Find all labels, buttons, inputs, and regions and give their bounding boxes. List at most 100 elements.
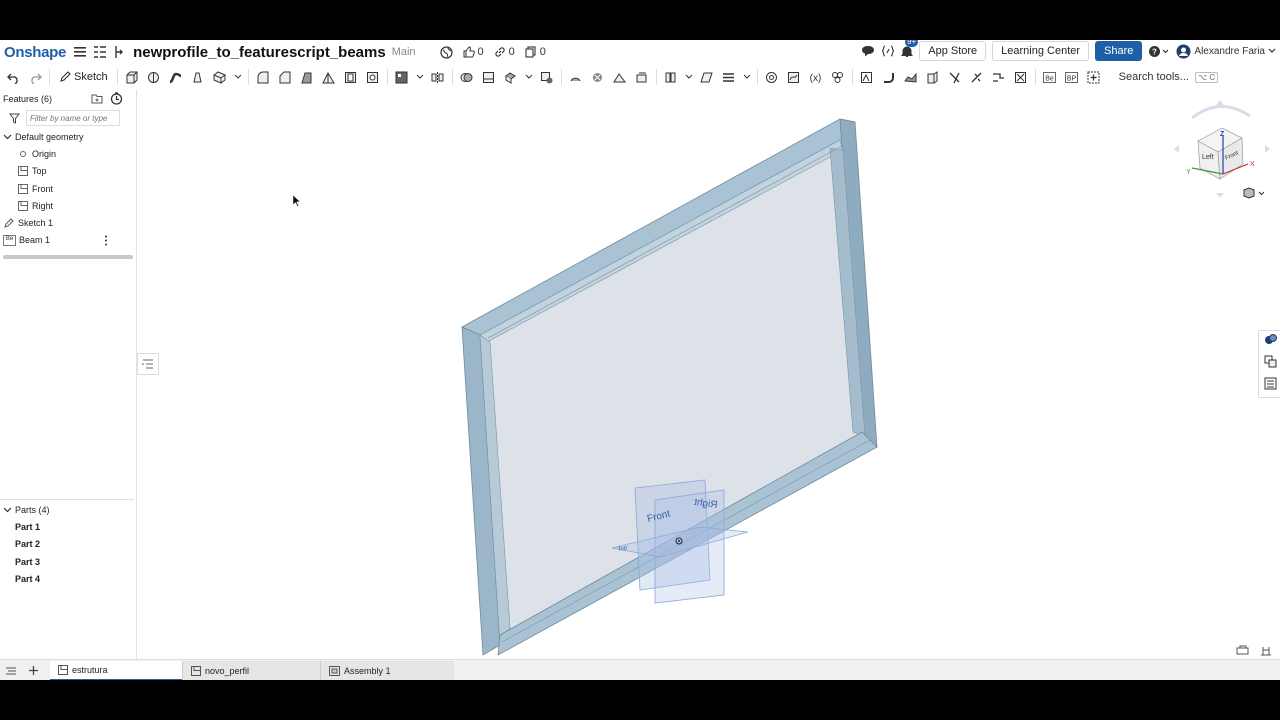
chevron-down-icon[interactable] (3, 507, 12, 513)
tab-novo-perfil[interactable]: novo_perfil (182, 660, 320, 680)
sheet-metal-icon[interactable] (830, 69, 846, 85)
variable-icon[interactable]: (x) (808, 69, 824, 85)
comments-icon[interactable] (861, 41, 875, 61)
top-bar: Onshape newprofile_to_featurescript_beam… (0, 40, 1280, 64)
draft-icon[interactable] (299, 69, 315, 85)
cut-list-icon[interactable] (969, 69, 985, 85)
mate-connector-icon[interactable] (721, 69, 737, 85)
helix-icon[interactable] (764, 69, 780, 85)
revolve-icon[interactable] (146, 69, 162, 85)
sweep-icon[interactable] (168, 69, 184, 85)
add-folder-icon[interactable] (91, 93, 103, 106)
redo-icon[interactable] (27, 69, 43, 85)
copy-counter[interactable]: 0 (525, 46, 546, 58)
boolean-icon[interactable] (459, 69, 475, 85)
menu-icon[interactable] (74, 42, 87, 62)
route-icon[interactable] (991, 69, 1007, 85)
part-item[interactable]: Part 2 (0, 536, 134, 553)
trim-icon[interactable] (947, 69, 963, 85)
parts-list: Parts (4) Part 1 Part 2 Part 3 Part 4 (0, 501, 134, 587)
hole-icon[interactable] (365, 69, 381, 85)
tab-estrutura[interactable]: estrutura (50, 660, 182, 680)
feature-item-top[interactable]: Top (0, 163, 136, 180)
part-item[interactable]: Part 1 (0, 518, 134, 535)
add-custom-feature-icon[interactable] (1086, 69, 1102, 85)
link-counter[interactable]: 0 (494, 46, 515, 58)
rollback-history-icon[interactable] (110, 92, 123, 107)
feature-item-beam[interactable]: Be Beam 1 (0, 232, 136, 249)
graphics-viewport[interactable]: Front Right Top (137, 90, 1258, 659)
move-face-icon[interactable] (612, 69, 628, 85)
view-cube-left[interactable]: Left (1202, 154, 1214, 161)
rollback-bar[interactable] (3, 255, 133, 260)
default-geometry-group[interactable]: Default geometry (0, 128, 136, 145)
modify-fillet-icon[interactable] (568, 69, 584, 85)
filter-icon[interactable] (9, 113, 20, 124)
feature-item-sketch[interactable]: Sketch 1 (0, 214, 136, 231)
end-cap-icon[interactable] (925, 69, 941, 85)
mirror-icon[interactable] (430, 69, 446, 85)
fillet-icon[interactable] (255, 69, 271, 85)
appearance-icon[interactable] (1264, 333, 1277, 351)
chamfer-icon[interactable] (277, 69, 293, 85)
like-counter[interactable]: 0 (463, 46, 484, 58)
delete-part-icon[interactable] (539, 69, 555, 85)
document-title[interactable]: newprofile_to_featurescript_beams (133, 44, 386, 61)
chevron-down-icon[interactable] (525, 69, 533, 85)
configurations-icon[interactable] (1264, 355, 1277, 373)
extrude-icon[interactable] (124, 69, 140, 85)
loft-icon[interactable] (190, 69, 206, 85)
branch-label[interactable]: Main (392, 46, 416, 58)
shell-icon[interactable] (343, 69, 359, 85)
model-canvas[interactable]: Front Right Top (137, 90, 1258, 659)
more-options-icon[interactable] (104, 235, 108, 248)
undo-icon[interactable] (5, 69, 21, 85)
frame-icon[interactable] (859, 69, 875, 85)
split-icon[interactable] (481, 69, 497, 85)
help-icon[interactable]: ? (1148, 41, 1170, 61)
view-options-icon[interactable] (1242, 186, 1266, 204)
tab-assembly-1[interactable]: Assembly 1 (320, 660, 454, 680)
app-store-button[interactable]: App Store (919, 41, 987, 61)
rib-icon[interactable] (321, 69, 337, 85)
gusset-icon[interactable] (903, 69, 919, 85)
feature-item-origin[interactable]: Origin (0, 145, 136, 162)
add-tab-icon[interactable] (22, 665, 44, 676)
chevron-down-icon[interactable] (685, 69, 693, 85)
linear-pattern-icon[interactable] (394, 69, 410, 85)
offset-surface-icon[interactable] (663, 69, 679, 85)
notifications-bell-icon[interactable]: 9+ (901, 40, 919, 61)
learning-center-button[interactable]: Learning Center (992, 41, 1090, 61)
beam-profile-icon[interactable]: BP (1064, 69, 1080, 85)
chevron-down-icon[interactable] (234, 69, 242, 85)
plane-tool-icon[interactable] (699, 69, 715, 85)
user-menu[interactable]: Alexandre Faria (1176, 41, 1276, 61)
featurescript-icon[interactable] (881, 41, 895, 61)
share-button[interactable]: Share (1095, 41, 1143, 61)
feature-list-icon[interactable] (93, 42, 107, 62)
part-item[interactable]: Part 4 (0, 570, 134, 587)
chevron-down-icon[interactable] (743, 69, 751, 85)
feature-item-right[interactable]: Right (0, 197, 136, 214)
bom-icon[interactable] (1264, 377, 1277, 395)
transform-icon[interactable] (503, 69, 519, 85)
parts-group[interactable]: Parts (4) (0, 501, 134, 518)
frame-trim-icon[interactable] (1013, 69, 1029, 85)
delete-face-icon[interactable] (590, 69, 606, 85)
onshape-logo[interactable]: Onshape (4, 44, 66, 61)
feature-filter-input[interactable] (26, 110, 120, 126)
beam-feature-icon[interactable]: Be (1042, 69, 1058, 85)
tab-manager-icon[interactable] (0, 666, 22, 676)
chevron-down-icon[interactable] (3, 134, 12, 140)
bend-icon[interactable] (881, 69, 897, 85)
sketch-button[interactable]: Sketch (59, 71, 108, 83)
fit-spline-icon[interactable] (786, 69, 802, 85)
thicken-icon[interactable] (212, 69, 228, 85)
replace-face-icon[interactable] (634, 69, 650, 85)
globe-icon[interactable] (439, 42, 453, 62)
feature-item-front[interactable]: Front (0, 180, 136, 197)
versions-icon[interactable] (113, 42, 124, 62)
search-tools[interactable]: Search tools... ⌥ C (1119, 71, 1219, 83)
chevron-down-icon[interactable] (416, 69, 424, 85)
part-item[interactable]: Part 3 (0, 553, 134, 570)
